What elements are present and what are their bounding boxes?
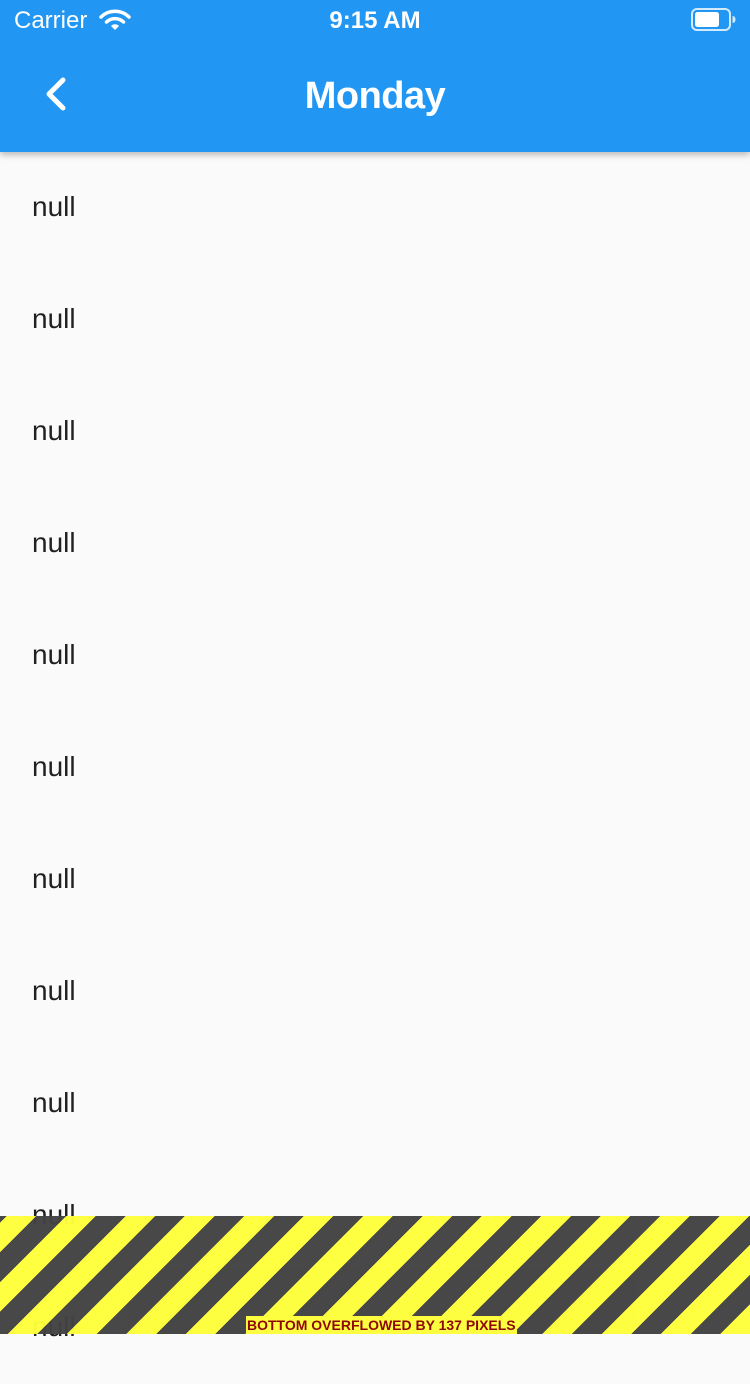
list-item-label: null (32, 527, 76, 558)
list-item[interactable]: null (0, 488, 750, 600)
battery-icon (691, 8, 737, 32)
list-item-label: null (32, 863, 76, 894)
list-item-label: null (32, 639, 76, 670)
overflow-warning-stripes: BOTTOM OVERFLOWED BY 137 PIXELS (0, 1216, 750, 1334)
list-item-label: null (32, 975, 76, 1006)
list-item[interactable]: null (0, 824, 750, 936)
page-title: Monday (304, 75, 446, 117)
list-item[interactable]: null (0, 152, 750, 264)
list-item-label: null (32, 1087, 76, 1118)
status-time: 9:15 AM (329, 7, 421, 34)
list-item[interactable]: null (0, 600, 750, 712)
toolbar: Monday (0, 40, 750, 152)
list-item[interactable]: null (0, 264, 750, 376)
overflow-warning-text: BOTTOM OVERFLOWED BY 137 PIXELS (246, 1316, 517, 1334)
list-item[interactable]: null (0, 712, 750, 824)
app-bar: Carrier 9:15 AM Monday (0, 0, 750, 152)
list-item-label: null (32, 191, 76, 222)
day-list: null null null null null null null null … (0, 152, 750, 1384)
list-item-label: null (32, 415, 76, 446)
list-item-label: null (32, 303, 76, 334)
list-item[interactable]: null (0, 376, 750, 488)
list-item-label: null (32, 751, 76, 782)
list-item[interactable]: null (0, 936, 750, 1048)
status-bar: Carrier 9:15 AM (0, 0, 750, 40)
list-item[interactable]: null (0, 1048, 750, 1160)
